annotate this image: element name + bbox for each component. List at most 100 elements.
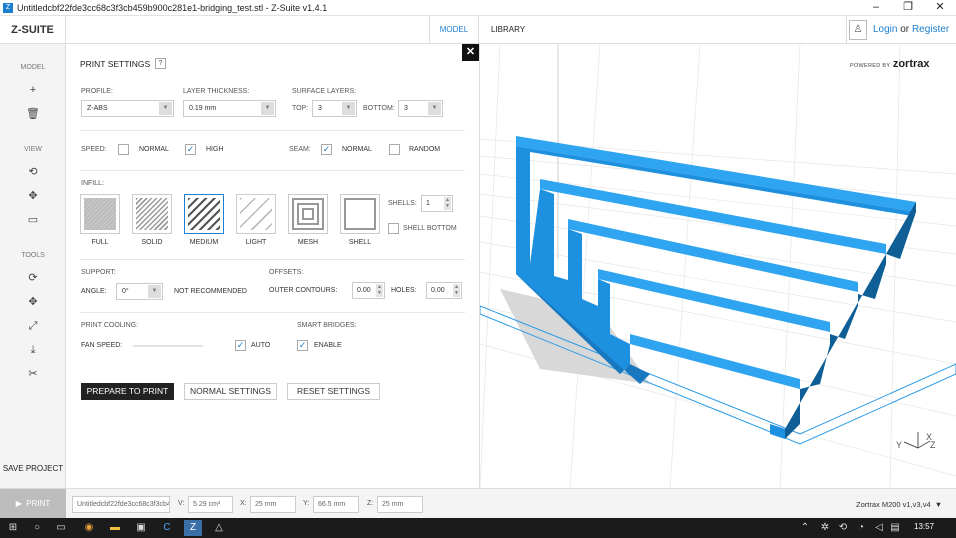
rotate-view-icon[interactable]: ⟲	[23, 164, 43, 180]
infill-label: INFILL:	[81, 180, 104, 187]
infill-shell-option[interactable]	[340, 194, 380, 234]
shell-bottom-checkbox[interactable]	[388, 223, 399, 234]
infill-mesh-label: MESH	[297, 239, 319, 246]
full-pattern-icon	[84, 198, 116, 230]
windows-start-icon[interactable]: ⊞	[4, 520, 22, 536]
tray-sync-icon[interactable]: ⟲	[834, 520, 852, 536]
divider	[80, 170, 465, 171]
close-window-button[interactable]: ✕	[924, 0, 956, 16]
infill-medium-option[interactable]	[184, 194, 224, 234]
notifications-icon[interactable]: ▤	[886, 520, 904, 536]
layer-thickness-select[interactable]: 0.19 mm ▼	[183, 100, 276, 117]
mesh-pattern-icon	[292, 198, 324, 230]
tab-library[interactable]: LIBRARY	[479, 16, 537, 44]
axis-z-label: Z	[930, 440, 936, 450]
print-button[interactable]: ▶ PRINT	[0, 489, 66, 519]
close-panel-button[interactable]: ✕	[462, 44, 479, 61]
task-view-icon[interactable]: ▭	[52, 520, 70, 536]
infill-light-label: LIGHT	[245, 239, 267, 246]
medium-pattern-icon	[188, 198, 220, 230]
infill-shell-label: SHELL	[348, 239, 372, 246]
move-tool-icon[interactable]: ✥	[23, 294, 43, 310]
save-project-button[interactable]: SAVE PROJECT	[0, 464, 66, 473]
y-size-field: 66.5 mm	[313, 496, 359, 513]
zortrax-logo: zortrax	[892, 58, 930, 70]
print-bed-scene[interactable]: Y X Z	[480, 44, 956, 488]
minimize-button[interactable]: –	[860, 0, 892, 16]
axis-gizmo: Y X Z	[896, 432, 936, 450]
reset-settings-button[interactable]: RESET SETTINGS	[287, 383, 380, 400]
profile-label: PROFILE:	[81, 88, 113, 95]
seam-random-checkbox[interactable]	[389, 144, 400, 155]
user-icon[interactable]: ♙	[849, 20, 867, 40]
prepare-to-print-button[interactable]: PREPARE TO PRINT	[81, 383, 174, 400]
seam-random-label: RANDOM	[409, 146, 441, 153]
infill-solid-option[interactable]	[132, 194, 172, 234]
view-heading: VIEW	[24, 146, 42, 153]
print-label: PRINT	[26, 499, 51, 508]
store-icon[interactable]: ▣	[132, 520, 150, 536]
tray-app-icon[interactable]: ✲	[816, 520, 834, 536]
infill-full-label: FULL	[91, 239, 109, 246]
pan-view-icon[interactable]: ✥	[23, 188, 43, 204]
top-layers-value: 3	[318, 105, 322, 112]
layer-thickness-label: LAYER THICKNESS:	[183, 88, 250, 95]
scale-tool-icon[interactable]: ⤢	[23, 318, 43, 334]
divider	[80, 130, 465, 131]
speed-normal-checkbox[interactable]	[118, 144, 129, 155]
bottom-layers-select[interactable]: 3 ▼	[398, 100, 443, 117]
register-link[interactable]: Register	[912, 24, 949, 35]
outer-contours-stepper[interactable]: 0.00 ▲ ▼	[352, 282, 385, 299]
window-title: Untitledcbf22fde3cc68c3f3cb459b900c281e1…	[17, 3, 328, 13]
holes-stepper[interactable]: 0.00 ▲ ▼	[426, 282, 462, 299]
profile-select[interactable]: Z-ABS ▼	[81, 100, 174, 117]
cortana-app-icon[interactable]: C	[158, 520, 176, 536]
holes-value: 0.00	[431, 287, 445, 294]
support-angle-select[interactable]: 0° ▼	[116, 283, 163, 300]
cut-tool-icon[interactable]: ✂	[23, 366, 43, 382]
normal-settings-button[interactable]: NORMAL SETTINGS	[184, 383, 277, 400]
infill-full-option[interactable]	[80, 194, 120, 234]
title-bar: Z Untitledcbf22fde3cc68c3f3cb459b900c281…	[0, 0, 956, 16]
z-suite-taskbar-icon[interactable]: Z	[184, 520, 202, 536]
z-size-field: 25 mm	[377, 496, 423, 513]
camera-icon[interactable]: ▭	[23, 212, 43, 228]
left-toolbar: MODEL + 🗑 VIEW ⟲ ✥ ▭ TOOLS ⟳ ✥ ⤢ ⤓ ✂ SAV…	[0, 44, 66, 488]
status-bar: ▶ PRINT Untitledcbf22fde3cc68c3f3cb459b9…	[0, 488, 956, 519]
search-icon[interactable]: ○	[28, 520, 46, 536]
3d-viewport[interactable]: Y X Z	[480, 44, 956, 488]
login-area: ♙ Login or Register	[846, 16, 956, 44]
stepper-arrows-icon: ▲ ▼	[453, 284, 460, 297]
network-icon[interactable]: ◔	[852, 520, 870, 536]
smart-bridges-checkbox[interactable]: ✓	[297, 340, 308, 351]
volume-field: 5.29 cm³	[188, 496, 233, 513]
speed-high-checkbox[interactable]: ✓	[185, 144, 196, 155]
trash-icon[interactable]: 🗑	[23, 106, 43, 122]
chevron-down-icon: ▼	[428, 102, 441, 115]
angle-label: ANGLE:	[81, 288, 107, 295]
chevron-down-icon: ▼	[261, 102, 274, 115]
tray-chevron-icon[interactable]: ⌃	[796, 520, 814, 536]
printer-select[interactable]: Zortrax M200 v1,v3,v4 ▼	[856, 500, 942, 509]
login-link[interactable]: Login	[873, 24, 897, 35]
app-triangle-icon[interactable]: △	[210, 520, 228, 536]
infill-solid-label: SOLID	[141, 239, 163, 246]
infill-mesh-option[interactable]	[288, 194, 328, 234]
shells-stepper[interactable]: 1 ▲ ▼	[421, 195, 453, 212]
fan-speed-slider[interactable]	[133, 345, 203, 347]
shells-value: 1	[426, 200, 430, 207]
windows-taskbar: ⊞ ○ ▭ ◉ ▬ ▣ C Z △ ⌃ ✲ ⟲ ◔ ◁ ▤ 13:57	[0, 518, 956, 538]
tab-model[interactable]: MODEL	[429, 16, 479, 44]
file-explorer-icon[interactable]: ▬	[106, 520, 124, 536]
add-model-icon[interactable]: +	[23, 82, 43, 98]
help-button[interactable]: ?	[155, 58, 166, 69]
top-layers-select[interactable]: 3 ▼	[312, 100, 357, 117]
rotate-tool-icon[interactable]: ⟳	[23, 270, 43, 286]
seam-normal-checkbox[interactable]: ✓	[321, 144, 332, 155]
lay-flat-icon[interactable]: ⤓	[23, 342, 43, 358]
infill-light-option[interactable]	[236, 194, 276, 234]
maximize-button[interactable]: ❐	[892, 0, 924, 16]
fan-auto-checkbox[interactable]: ✓	[235, 340, 246, 351]
chrome-icon[interactable]: ◉	[80, 520, 98, 536]
play-icon: ▶	[15, 499, 22, 508]
